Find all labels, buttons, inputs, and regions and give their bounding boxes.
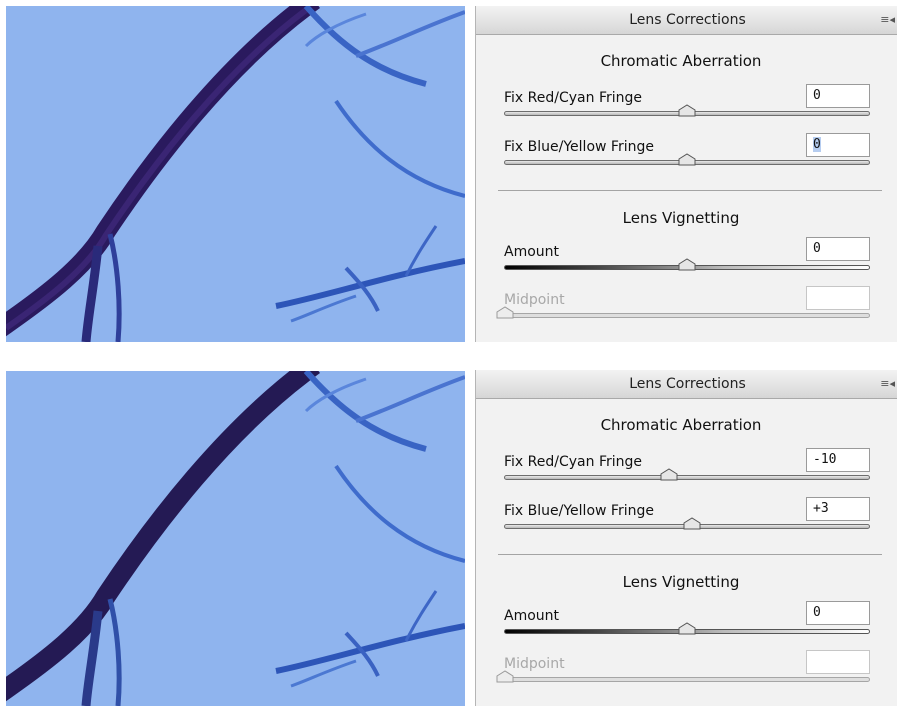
red-cyan-slider[interactable] (504, 104, 870, 117)
amount-input[interactable]: 0 (806, 601, 870, 625)
red-cyan-input[interactable]: -10 (806, 448, 870, 472)
comparison-row-before: Lens Corrections ≡◂ Chromatic Aberration… (0, 0, 897, 345)
blue-yellow-value: 0 (813, 137, 821, 152)
blue-yellow-label: Fix Blue/Yellow Fringe (504, 503, 654, 519)
amount-input[interactable]: 0 (806, 237, 870, 261)
panel-title: Lens Corrections (629, 12, 746, 28)
preview-image-after (6, 371, 465, 706)
chromatic-aberration-heading: Chromatic Aberration (600, 52, 762, 70)
red-cyan-input[interactable]: 0 (806, 84, 870, 108)
midpoint-slider[interactable] (496, 306, 870, 319)
red-cyan-thumb[interactable] (678, 104, 696, 117)
red-cyan-slider[interactable] (504, 468, 870, 481)
lens-vignetting-heading: Lens Vignetting (622, 573, 740, 591)
lens-vignetting-heading: Lens Vignetting (622, 209, 740, 227)
amount-label: Amount (504, 608, 560, 624)
blue-yellow-label: Fix Blue/Yellow Fringe (504, 139, 654, 155)
preview-image-before (6, 6, 465, 342)
blue-yellow-input[interactable]: +3 (806, 497, 870, 521)
panel-header: Lens Corrections ≡◂ (476, 370, 897, 399)
panel-header: Lens Corrections ≡◂ (476, 6, 897, 35)
amount-thumb[interactable] (678, 622, 696, 635)
midpoint-input[interactable] (806, 650, 870, 674)
lens-corrections-panel: Lens Corrections ≡◂ Chromatic Aberration… (475, 370, 897, 706)
panel-menu-icon[interactable]: ≡◂ (880, 370, 895, 398)
red-cyan-thumb[interactable] (660, 468, 678, 481)
midpoint-thumb[interactable] (496, 306, 514, 319)
blue-yellow-input[interactable]: 0 (806, 133, 870, 157)
blue-yellow-thumb[interactable] (678, 153, 696, 166)
blue-yellow-slider[interactable] (504, 153, 870, 166)
red-cyan-label: Fix Red/Cyan Fringe (504, 454, 642, 470)
amount-thumb[interactable] (678, 258, 696, 271)
lens-corrections-panel: Lens Corrections ≡◂ Chromatic Aberration… (475, 6, 897, 342)
comparison-row-after: Lens Corrections ≡◂ Chromatic Aberration… (0, 364, 897, 706)
red-cyan-label: Fix Red/Cyan Fringe (504, 90, 642, 106)
panel-menu-icon[interactable]: ≡◂ (880, 6, 895, 34)
branch-photo (6, 371, 465, 706)
section-divider (498, 190, 882, 191)
branch-photo (6, 6, 465, 342)
chromatic-aberration-heading: Chromatic Aberration (600, 416, 762, 434)
blue-yellow-thumb[interactable] (683, 517, 701, 530)
amount-slider[interactable] (504, 258, 870, 271)
blue-yellow-slider[interactable] (504, 517, 870, 530)
midpoint-thumb[interactable] (496, 670, 514, 683)
midpoint-input[interactable] (806, 286, 870, 310)
panel-title: Lens Corrections (629, 376, 746, 392)
section-divider (498, 554, 882, 555)
amount-label: Amount (504, 244, 560, 260)
amount-slider[interactable] (504, 622, 870, 635)
midpoint-slider[interactable] (496, 670, 870, 683)
